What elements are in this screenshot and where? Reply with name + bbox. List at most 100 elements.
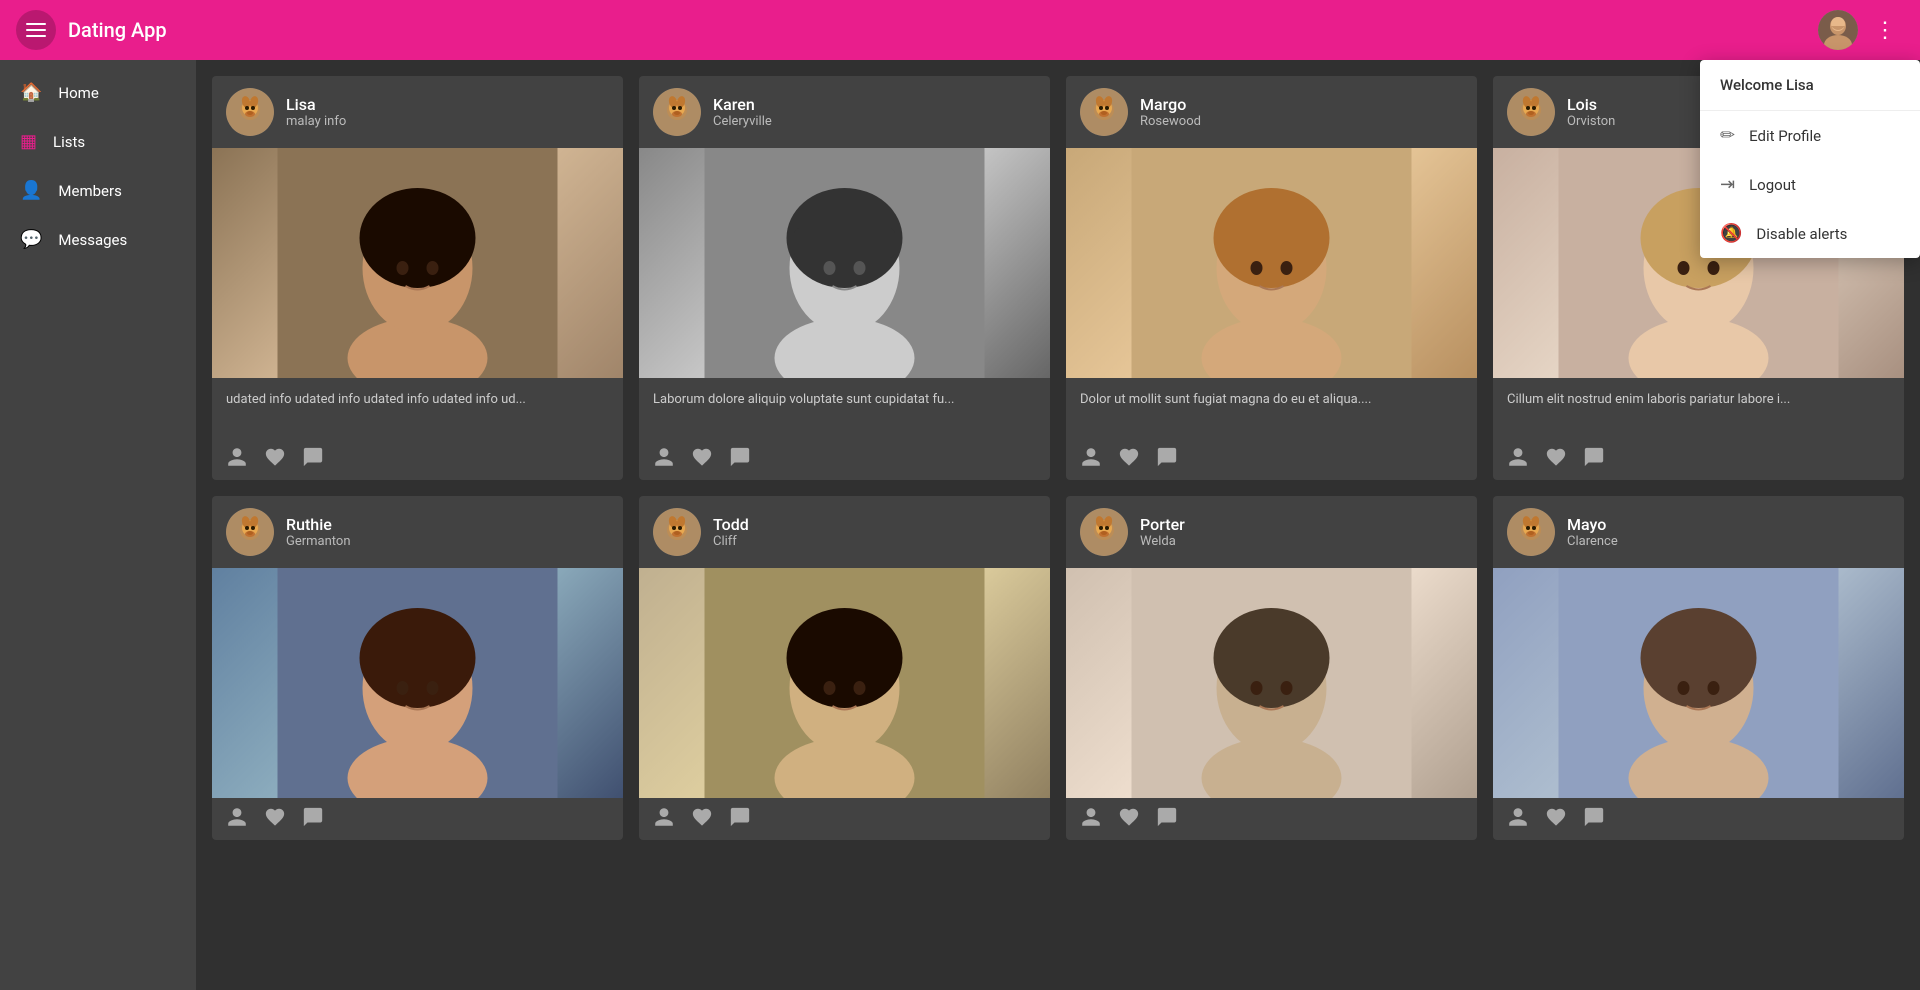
profile-button[interactable] — [226, 806, 248, 828]
member-description: Dolor ut mollit sunt fugiat magna do eu … — [1080, 390, 1463, 430]
like-button[interactable] — [1545, 806, 1567, 828]
card-avatar — [1080, 508, 1128, 556]
card-info: Karen Celeryville — [713, 95, 772, 129]
like-button[interactable] — [264, 446, 286, 468]
members-icon: 👤 — [20, 180, 42, 201]
member-location: Rosewood — [1140, 114, 1201, 129]
member-card-lisa: Lisa malay info udated info udated info … — [212, 76, 623, 480]
message-button[interactable] — [302, 446, 324, 468]
card-actions — [212, 438, 623, 480]
messages-icon: 💬 — [20, 229, 42, 250]
card-avatar — [653, 88, 701, 136]
card-info: Todd Cliff — [713, 515, 749, 549]
hamburger-icon — [26, 23, 46, 37]
main-layout: 🏠 Home ▦ Lists 👤 Members 💬 Messages — [0, 60, 1920, 990]
card-actions — [212, 798, 623, 840]
card-body: Cillum elit nostrud enim laboris pariatu… — [1493, 378, 1904, 438]
profile-button[interactable] — [653, 806, 675, 828]
message-button[interactable] — [1156, 446, 1178, 468]
sidebar-item-lists[interactable]: ▦ Lists — [0, 117, 196, 166]
member-card-todd: Todd Cliff — [639, 496, 1050, 840]
member-name: Ruthie — [286, 515, 351, 534]
like-button[interactable] — [691, 806, 713, 828]
member-photo[interactable] — [212, 148, 623, 378]
card-header: Mayo Clarence — [1493, 496, 1904, 568]
members-grid: Lisa malay info udated info udated info … — [212, 76, 1904, 840]
member-photo[interactable] — [1066, 568, 1477, 798]
member-photo[interactable] — [639, 568, 1050, 798]
topbar-right: ⋮ — [1818, 10, 1904, 50]
member-card-margo: Margo Rosewood Dolor ut mollit sunt fugi… — [1066, 76, 1477, 480]
card-actions — [639, 798, 1050, 840]
like-button[interactable] — [264, 806, 286, 828]
profile-button[interactable] — [1507, 446, 1529, 468]
logout-icon: ⇥ — [1720, 174, 1735, 195]
card-header: Porter Welda — [1066, 496, 1477, 568]
menu-icon[interactable] — [16, 10, 56, 50]
member-name: Karen — [713, 95, 772, 114]
member-name: Lisa — [286, 95, 346, 114]
like-button[interactable] — [1118, 446, 1140, 468]
member-name: Todd — [713, 515, 749, 534]
card-info: Ruthie Germanton — [286, 515, 351, 549]
message-button[interactable] — [1583, 806, 1605, 828]
card-info: Lisa malay info — [286, 95, 346, 129]
member-location: Germanton — [286, 534, 351, 549]
topbar: Dating App ⋮ — [0, 0, 1920, 60]
member-photo[interactable] — [1066, 148, 1477, 378]
member-description: Cillum elit nostrud enim laboris pariatu… — [1507, 390, 1890, 430]
message-button[interactable] — [302, 806, 324, 828]
message-button[interactable] — [729, 446, 751, 468]
sidebar-item-messages[interactable]: 💬 Messages — [0, 215, 196, 264]
card-actions — [1066, 798, 1477, 840]
message-button[interactable] — [729, 806, 751, 828]
profile-button[interactable] — [1080, 806, 1102, 828]
card-header: Lisa malay info — [212, 76, 623, 148]
card-body: Dolor ut mollit sunt fugiat magna do eu … — [1066, 378, 1477, 438]
card-avatar — [226, 508, 274, 556]
member-card-porter: Porter Welda — [1066, 496, 1477, 840]
card-info: Porter Welda — [1140, 515, 1185, 549]
member-name: Mayo — [1567, 515, 1618, 534]
member-location: Clarence — [1567, 534, 1618, 549]
edit-profile-item[interactable]: ✏ Edit Profile — [1700, 111, 1920, 160]
like-button[interactable] — [691, 446, 713, 468]
sidebar-lists-label: Lists — [53, 133, 85, 151]
card-avatar — [226, 88, 274, 136]
like-button[interactable] — [1545, 446, 1567, 468]
disable-alerts-label: Disable alerts — [1756, 225, 1847, 243]
profile-button[interactable] — [1507, 806, 1529, 828]
message-button[interactable] — [1583, 446, 1605, 468]
card-actions — [1493, 438, 1904, 480]
sidebar-item-home[interactable]: 🏠 Home — [0, 68, 196, 117]
card-avatar — [653, 508, 701, 556]
card-avatar — [1507, 88, 1555, 136]
card-body: udated info udated info udated info udat… — [212, 378, 623, 438]
profile-button[interactable] — [653, 446, 675, 468]
member-photo[interactable] — [1493, 568, 1904, 798]
profile-button[interactable] — [226, 446, 248, 468]
member-name: Lois — [1567, 95, 1615, 114]
member-description: udated info udated info udated info udat… — [226, 390, 609, 430]
card-header: Todd Cliff — [639, 496, 1050, 568]
member-card-karen: Karen Celeryville Laborum dolore aliquip… — [639, 76, 1050, 480]
profile-button[interactable] — [1080, 446, 1102, 468]
like-button[interactable] — [1118, 806, 1140, 828]
disable-alerts-item[interactable]: 🔕 Disable alerts — [1700, 209, 1920, 258]
sidebar-messages-label: Messages — [58, 231, 127, 249]
logout-item[interactable]: ⇥ Logout — [1700, 160, 1920, 209]
sidebar: 🏠 Home ▦ Lists 👤 Members 💬 Messages — [0, 60, 196, 990]
dropdown-menu: Welcome Lisa ✏ Edit Profile ⇥ Logout 🔕 D… — [1700, 60, 1920, 258]
member-location: Orviston — [1567, 114, 1615, 129]
member-photo[interactable] — [212, 568, 623, 798]
user-avatar[interactable] — [1818, 10, 1858, 50]
card-info: Lois Orviston — [1567, 95, 1615, 129]
member-photo[interactable] — [639, 148, 1050, 378]
sidebar-item-members[interactable]: 👤 Members — [0, 166, 196, 215]
card-actions — [639, 438, 1050, 480]
sidebar-home-label: Home — [58, 84, 98, 102]
sidebar-members-label: Members — [58, 182, 121, 200]
dropdown-welcome: Welcome Lisa — [1700, 60, 1920, 111]
more-options-icon[interactable]: ⋮ — [1866, 14, 1904, 47]
message-button[interactable] — [1156, 806, 1178, 828]
